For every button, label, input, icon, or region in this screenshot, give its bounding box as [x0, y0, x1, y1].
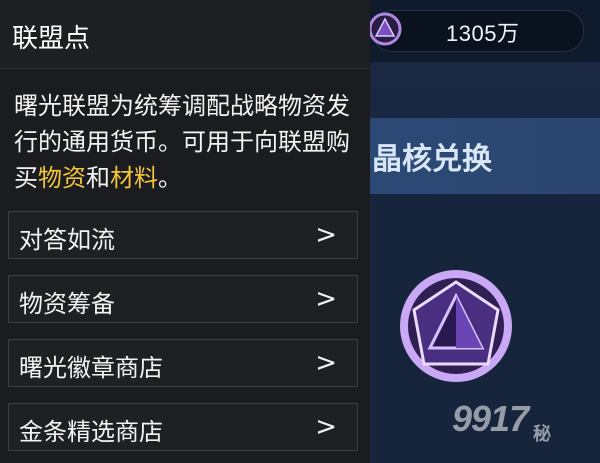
currency-tooltip: 联盟点 曙光联盟为统筹调配战略物资发行的通用货币。可用于向联盟购买物资和材料。 … [0, 0, 370, 463]
button-label: 对答如流 [19, 226, 115, 254]
source-button-gold-shop[interactable]: 金条精选商店 > [8, 403, 358, 451]
divider [0, 68, 370, 69]
description-end: 。 [158, 164, 182, 192]
crystal-coin-small-icon [368, 12, 402, 46]
button-label: 金条精选商店 [19, 418, 163, 446]
watermark-logo: 9917 [452, 398, 529, 439]
chevron-right-icon: > [315, 348, 337, 378]
highlight-materials: 材料 [110, 164, 158, 192]
currency-value: 1305万 [446, 21, 520, 46]
chevron-right-icon: > [315, 412, 337, 442]
section-title: 晶核兑换 [372, 142, 492, 177]
chevron-right-icon: > [315, 284, 337, 314]
description-connector: 和 [86, 164, 110, 192]
crystal-coin-icon[interactable] [398, 268, 514, 384]
tooltip-description: 曙光联盟为统筹调配战略物资发行的通用货币。可用于向联盟购买物资和材料。 [14, 88, 360, 196]
source-button-quiz[interactable]: 对答如流 > [8, 211, 358, 259]
watermark-sub: 秘 [533, 424, 551, 445]
button-label: 曙光徽章商店 [19, 354, 163, 382]
source-button-badge-shop[interactable]: 曙光徽章商店 > [8, 339, 358, 387]
highlight-supplies: 物资 [38, 164, 86, 192]
button-label: 物资筹备 [19, 290, 115, 318]
source-button-supplies[interactable]: 物资筹备 > [8, 275, 358, 323]
chevron-right-icon: > [315, 220, 337, 250]
tooltip-title: 联盟点 [12, 24, 91, 54]
